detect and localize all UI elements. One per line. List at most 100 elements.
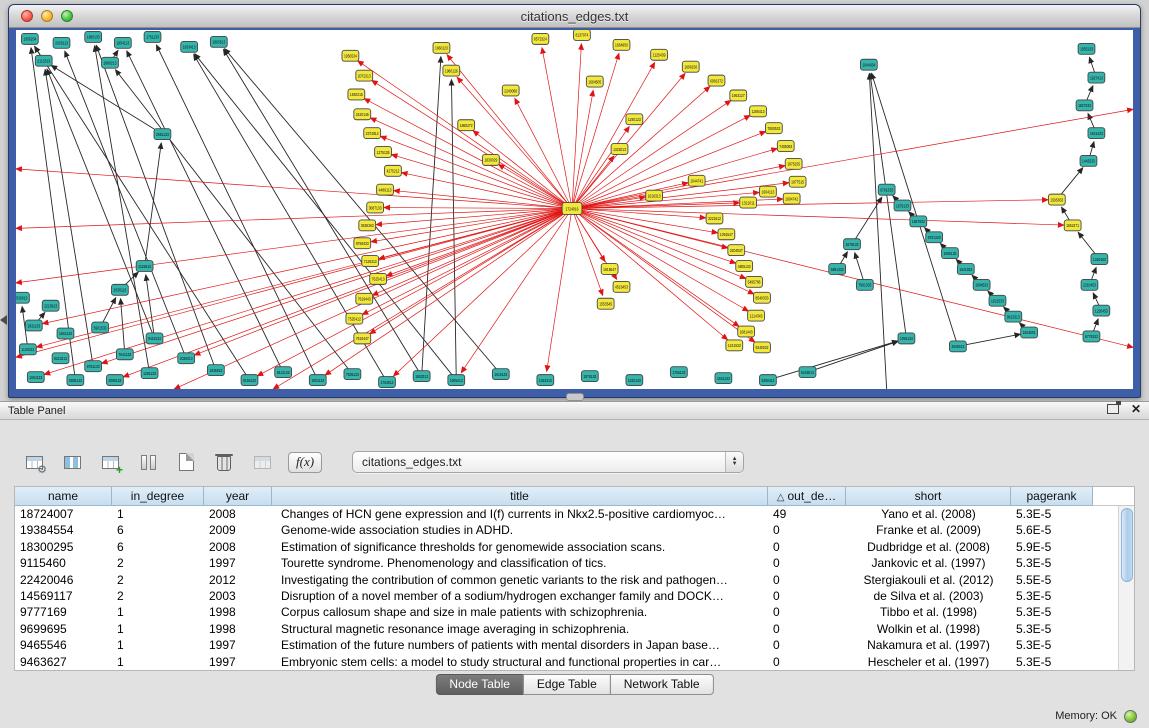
collapse-panel-arrow-icon[interactable] [0, 315, 7, 325]
cell-out_degree[interactable]: 0 [768, 604, 846, 620]
cell-out_degree[interactable]: 0 [768, 588, 846, 604]
cell-name[interactable]: 9777169 [15, 604, 112, 620]
cell-title[interactable]: Genome-wide association studies in ADHD. [272, 522, 768, 538]
cell-title[interactable]: Estimation of significance thresholds fo… [272, 539, 768, 555]
import-table-button[interactable] [250, 450, 274, 474]
cell-pagerank[interactable]: 5.3E-5 [1011, 506, 1093, 522]
cell-title[interactable]: Investigating the contribution of common… [272, 572, 768, 588]
cell-name[interactable]: 18300295 [15, 539, 112, 555]
cell-pagerank[interactable]: 5.3E-5 [1011, 588, 1093, 604]
cell-name[interactable]: 18724007 [15, 506, 112, 522]
column-header-pagerank[interactable]: pagerank [1011, 487, 1093, 506]
table-row[interactable]: 1456911722003Disruption of a novel membe… [15, 588, 1134, 604]
cell-short[interactable]: Dudbridge et al. (2008) [846, 539, 1011, 555]
cell-out_degree[interactable]: 0 [768, 621, 846, 637]
cell-year[interactable]: 2012 [204, 572, 272, 588]
close-panel-icon[interactable]: ✕ [1131, 403, 1141, 415]
tab-network-table[interactable]: Network Table [610, 674, 714, 695]
table-row[interactable]: 1872400712008Changes of HCN gene express… [15, 506, 1134, 522]
cell-name[interactable]: 14569117 [15, 588, 112, 604]
select-columns-button[interactable] [60, 450, 84, 474]
cell-short[interactable]: Wolkin et al. (1998) [846, 621, 1011, 637]
zoom-button[interactable] [61, 10, 73, 22]
float-panel-icon[interactable] [1107, 404, 1119, 414]
cell-title[interactable]: Tourette syndrome. Phenomenology and cla… [272, 555, 768, 571]
cell-in_degree[interactable]: 1 [112, 604, 204, 620]
cell-pagerank[interactable]: 5.3E-5 [1011, 604, 1093, 620]
cell-year[interactable]: 2009 [204, 522, 272, 538]
cell-title[interactable]: Estimation of the future numbers of pati… [272, 637, 768, 653]
cell-out_degree[interactable]: 0 [768, 654, 846, 670]
cell-in_degree[interactable]: 1 [112, 654, 204, 670]
cell-title[interactable]: Corpus callosum shape and size in male p… [272, 604, 768, 620]
cell-pagerank[interactable]: 5.9E-5 [1011, 539, 1093, 555]
column-header-year[interactable]: year [204, 487, 272, 506]
cell-out_degree[interactable]: 0 [768, 539, 846, 555]
cell-short[interactable]: Tibbo et al. (1998) [846, 604, 1011, 620]
split-pane-handle[interactable] [566, 393, 584, 401]
tab-edge-table[interactable]: Edge Table [523, 674, 611, 695]
window-titlebar[interactable]: citations_edges.txt [9, 5, 1140, 28]
table-scrollbar[interactable] [1118, 506, 1134, 670]
table-row[interactable]: 946554611997Estimation of the future num… [15, 637, 1134, 653]
table-row[interactable]: 911546021997Tourette syndrome. Phenomeno… [15, 555, 1134, 571]
cell-short[interactable]: de Silva et al. (2003) [846, 588, 1011, 604]
cell-year[interactable]: 1997 [204, 555, 272, 571]
table-row[interactable]: 1938455462009Genome-wide association stu… [15, 522, 1134, 538]
cell-out_degree[interactable]: 0 [768, 637, 846, 653]
column-header-name[interactable]: name [15, 487, 112, 506]
table-row[interactable]: 969969511998Structural magnetic resonanc… [15, 621, 1134, 637]
cell-out_degree[interactable]: 0 [768, 522, 846, 538]
cell-year[interactable]: 1997 [204, 654, 272, 670]
cell-name[interactable]: 9465546 [15, 637, 112, 653]
cell-year[interactable]: 1998 [204, 604, 272, 620]
cell-year[interactable]: 2008 [204, 539, 272, 555]
cell-name[interactable]: 19384554 [15, 522, 112, 538]
cell-title[interactable]: Embryonic stem cells: a model to study s… [272, 654, 768, 670]
cell-pagerank[interactable]: 5.5E-5 [1011, 572, 1093, 588]
table-row[interactable]: 977716911998Corpus callosum shape and si… [15, 604, 1134, 620]
cell-pagerank[interactable]: 5.3E-5 [1011, 637, 1093, 653]
network-canvas[interactable]: 1724016195653420723131840215242014623748… [16, 30, 1133, 389]
cell-short[interactable]: Nakamura et al. (1997) [846, 637, 1011, 653]
column-header-short[interactable]: short [846, 487, 1011, 506]
cell-in_degree[interactable]: 1 [112, 506, 204, 522]
column-header-in_degree[interactable]: in_degree [112, 487, 204, 506]
cell-short[interactable]: Hescheler et al. (1997) [846, 654, 1011, 670]
table-options-button[interactable]: ⚙ [22, 450, 46, 474]
minimize-button[interactable] [41, 10, 53, 22]
cell-in_degree[interactable]: 2 [112, 588, 204, 604]
new-column-button[interactable]: + [98, 450, 122, 474]
cell-title[interactable]: Changes of HCN gene expression and I(f) … [272, 506, 768, 522]
cell-name[interactable]: 9699695 [15, 621, 112, 637]
cell-pagerank[interactable]: 5.3E-5 [1011, 621, 1093, 637]
cell-pagerank[interactable]: 5.3E-5 [1011, 555, 1093, 571]
cell-out_degree[interactable]: 0 [768, 555, 846, 571]
cell-in_degree[interactable]: 2 [112, 572, 204, 588]
cell-title[interactable]: Structural magnetic resonance image aver… [272, 621, 768, 637]
scrollbar-thumb[interactable] [1121, 508, 1133, 582]
cell-in_degree[interactable]: 6 [112, 539, 204, 555]
cell-name[interactable]: 22420046 [15, 572, 112, 588]
cell-name[interactable]: 9463627 [15, 654, 112, 670]
cell-short[interactable]: Jankovic et al. (1997) [846, 555, 1011, 571]
column-header-out_degree[interactable]: △out_de… [768, 487, 846, 506]
cell-year[interactable]: 2008 [204, 506, 272, 522]
cell-name[interactable]: 9115460 [15, 555, 112, 571]
table-selector-dropdown[interactable]: citations_edges.txt ▲▼ [352, 451, 744, 473]
cell-in_degree[interactable]: 1 [112, 637, 204, 653]
row-bars-button[interactable] [136, 450, 160, 474]
cell-out_degree[interactable]: 0 [768, 572, 846, 588]
function-builder-button[interactable]: f(x) [288, 452, 322, 473]
table-row[interactable]: 1830029562008Estimation of significance … [15, 539, 1134, 555]
cell-in_degree[interactable]: 6 [112, 522, 204, 538]
tab-node-table[interactable]: Node Table [435, 674, 524, 695]
cell-title[interactable]: Disruption of a novel member of a sodium… [272, 588, 768, 604]
close-button[interactable] [21, 10, 33, 22]
cell-in_degree[interactable]: 1 [112, 621, 204, 637]
column-header-title[interactable]: title [272, 487, 768, 506]
cell-out_degree[interactable]: 49 [768, 506, 846, 522]
cell-short[interactable]: Stergiakouli et al. (2012) [846, 572, 1011, 588]
delete-table-button[interactable] [212, 450, 236, 474]
cell-short[interactable]: Franke et al. (2009) [846, 522, 1011, 538]
